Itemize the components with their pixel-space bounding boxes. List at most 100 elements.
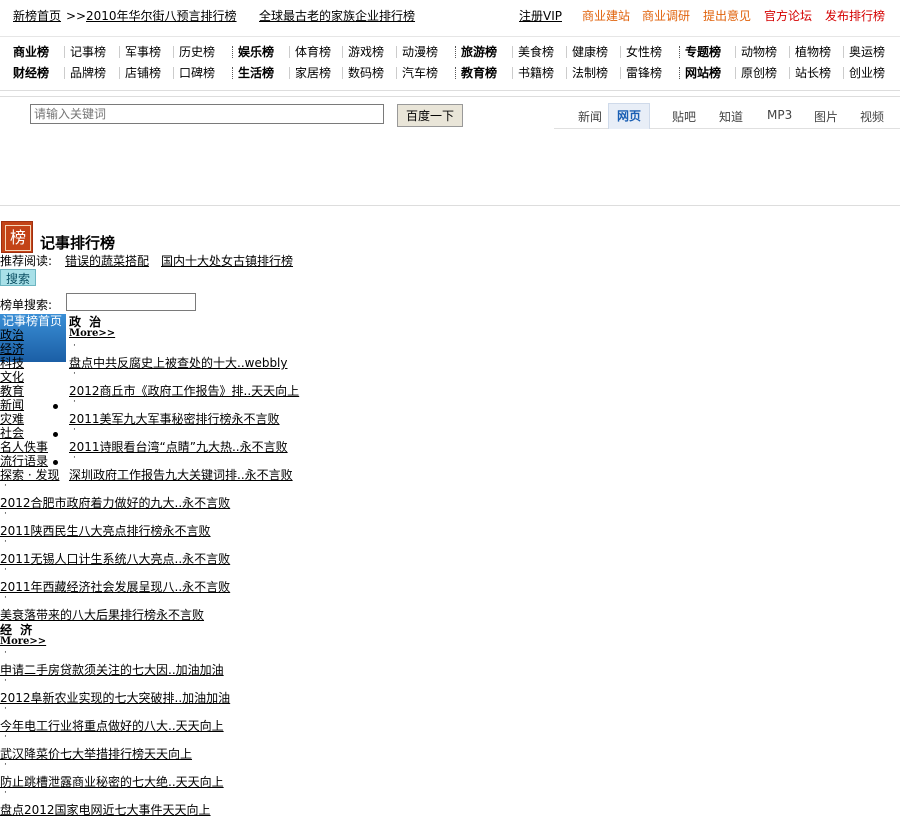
sidebar-item[interactable]: 流行语录 [0, 454, 48, 468]
recommend-link-1[interactable]: 错误的蔬菜搭配 [65, 254, 149, 268]
forum-link[interactable]: 官方论坛 [764, 9, 812, 23]
sidebar-item[interactable]: 灾难 [0, 412, 24, 426]
category-divider [679, 46, 681, 58]
category-link[interactable]: 娱乐榜 [238, 45, 274, 59]
sidebar-item[interactable]: 社会 [0, 426, 24, 440]
category-link[interactable]: 记事榜 [70, 45, 106, 59]
category-link[interactable]: 财经榜 [13, 66, 49, 80]
list-item[interactable]: 2011陕西民生八大亮点排行榜永不言败 [0, 524, 211, 538]
publish-ranking-link[interactable]: 发布排行榜 [825, 9, 885, 23]
recommend-link-2[interactable]: 国内十大处女古镇排行榜 [161, 254, 293, 268]
search-button[interactable]: 百度一下 [397, 104, 463, 127]
list-item[interactable]: 美衰落带来的八大后果排行榜永不言败 [0, 608, 204, 622]
category-link[interactable]: 站长榜 [795, 66, 831, 80]
category-divider [735, 46, 736, 58]
section-more-politics[interactable]: More>> [69, 328, 115, 339]
list-item[interactable]: 2012商丘市《政府工作报告》排..天天向上 [69, 384, 299, 398]
list-item[interactable]: 2011诗眼看台湾“点睛”九大热..永不言败 [69, 440, 288, 454]
category-link[interactable]: 雷锋榜 [626, 66, 662, 80]
biz-site-link[interactable]: 商业建站 [582, 9, 630, 23]
category-link[interactable]: 店铺榜 [125, 66, 161, 80]
list-item[interactable]: 2011美军九大军事秘密排行榜永不言败 [69, 412, 280, 426]
tab-2[interactable]: 贴吧 [672, 108, 696, 125]
category-link[interactable]: 汽车榜 [402, 66, 438, 80]
category-link[interactable]: 创业榜 [849, 66, 885, 80]
category-link[interactable]: 教育榜 [461, 66, 497, 80]
list-dot: · [4, 760, 7, 770]
category-link[interactable]: 网站榜 [685, 66, 721, 80]
tab-5[interactable]: 图片 [814, 108, 838, 125]
list-dot: · [4, 648, 7, 658]
sidebar-item[interactable]: 政治 [0, 328, 24, 342]
list-item[interactable]: 深圳政府工作报告九大关键词排..永不言败 [69, 468, 293, 482]
category-divider [289, 67, 290, 79]
category-link[interactable]: 数码榜 [348, 66, 384, 80]
list-dot: · [73, 425, 76, 435]
category-link[interactable]: 奥运榜 [849, 45, 885, 59]
list-item[interactable]: 防止跳槽泄露商业秘密的七大绝..天天向上 [0, 775, 224, 789]
list-item[interactable]: 盘点2012国家电网近七大事件天天向上 [0, 803, 211, 817]
category-link[interactable]: 口碑榜 [179, 66, 215, 80]
headline-link-1[interactable]: 2010年华尔街八预言排行榜 [86, 9, 237, 23]
category-link[interactable]: 植物榜 [795, 45, 831, 59]
home-link[interactable]: 新榜首页 [13, 9, 61, 23]
category-divider [789, 46, 790, 58]
category-divider [64, 46, 65, 58]
list-item[interactable]: 申请二手房贷款须关注的七大因..加油加油 [0, 663, 224, 677]
category-link[interactable]: 旅游榜 [461, 45, 497, 59]
category-link[interactable]: 美食榜 [518, 45, 554, 59]
category-divider [289, 46, 290, 58]
list-item[interactable]: 盘点中共反腐史上被查处的十大..webbly [69, 356, 288, 370]
category-divider [173, 46, 174, 58]
list-dot: · [4, 481, 7, 491]
site-search-button[interactable]: 搜索 [0, 269, 36, 286]
category-link[interactable]: 品牌榜 [70, 66, 106, 80]
section-more-economy[interactable]: More>> [0, 636, 46, 647]
tab-3[interactable]: 知道 [719, 108, 743, 125]
feedback-link[interactable]: 提出意见 [703, 9, 751, 23]
category-divider [679, 67, 681, 79]
tab-0[interactable]: 新闻 [578, 108, 602, 125]
category-link[interactable]: 商业榜 [13, 45, 49, 59]
category-link[interactable]: 军事榜 [125, 45, 161, 59]
sidebar-item-home[interactable]: 记事榜首页 [2, 314, 62, 328]
list-item[interactable]: 今年电工行业将重点做好的八大..天天向上 [0, 719, 224, 733]
sidebar-item[interactable]: 科技 [0, 356, 24, 370]
list-item[interactable]: 2011无锡人口计生系统八大亮点..永不言败 [0, 552, 230, 566]
sidebar-item[interactable]: 经济 [0, 342, 24, 356]
sidebar-item[interactable]: 教育 [0, 384, 24, 398]
category-link[interactable]: 游戏榜 [348, 45, 384, 59]
list-search-input[interactable] [66, 293, 196, 311]
tab-4[interactable]: MP3 [767, 108, 792, 122]
tab-1[interactable]: 网页 [608, 103, 651, 129]
list-item[interactable]: 2012阜新农业实现的七大突破排..加油加油 [0, 691, 230, 705]
sidebar-item[interactable]: 文化 [0, 370, 24, 384]
category-link[interactable]: 家居榜 [295, 66, 331, 80]
category-link[interactable]: 法制榜 [572, 66, 608, 80]
sidebar-item[interactable]: 名人佚事 [0, 440, 48, 454]
list-dot: · [4, 788, 7, 798]
category-link[interactable]: 专题榜 [685, 45, 721, 59]
sidebar-item[interactable]: 探索 · 发现 [0, 468, 59, 482]
biz-research-link[interactable]: 商业调研 [642, 9, 690, 23]
list-item[interactable]: 武汉降菜价七大举措排行榜天天向上 [0, 747, 192, 761]
list-item[interactable]: 2011年西藏经济社会发展呈现八..永不言败 [0, 580, 230, 594]
recommend-label: 推荐阅读: [0, 254, 53, 268]
category-link[interactable]: 书籍榜 [518, 66, 554, 80]
tab-6[interactable]: 视频 [860, 108, 884, 125]
category-link[interactable]: 动漫榜 [402, 45, 438, 59]
category-divider [512, 46, 513, 58]
register-vip-link[interactable]: 注册VIP [519, 9, 562, 23]
category-link[interactable]: 动物榜 [741, 45, 777, 59]
category-link[interactable]: 女性榜 [626, 45, 662, 59]
list-item[interactable]: 2012合肥市政府着力做好的九大..永不言败 [0, 496, 230, 510]
list-dot: · [4, 565, 7, 575]
sidebar-item[interactable]: 新闻 [0, 398, 24, 412]
category-link[interactable]: 健康榜 [572, 45, 608, 59]
category-link[interactable]: 生活榜 [238, 66, 274, 80]
headline-link-2[interactable]: 全球最古老的家族企业排行榜 [259, 9, 415, 23]
category-link[interactable]: 原创榜 [741, 66, 777, 80]
category-link[interactable]: 历史榜 [179, 45, 215, 59]
category-link[interactable]: 体育榜 [295, 45, 331, 59]
search-input[interactable] [30, 104, 384, 124]
